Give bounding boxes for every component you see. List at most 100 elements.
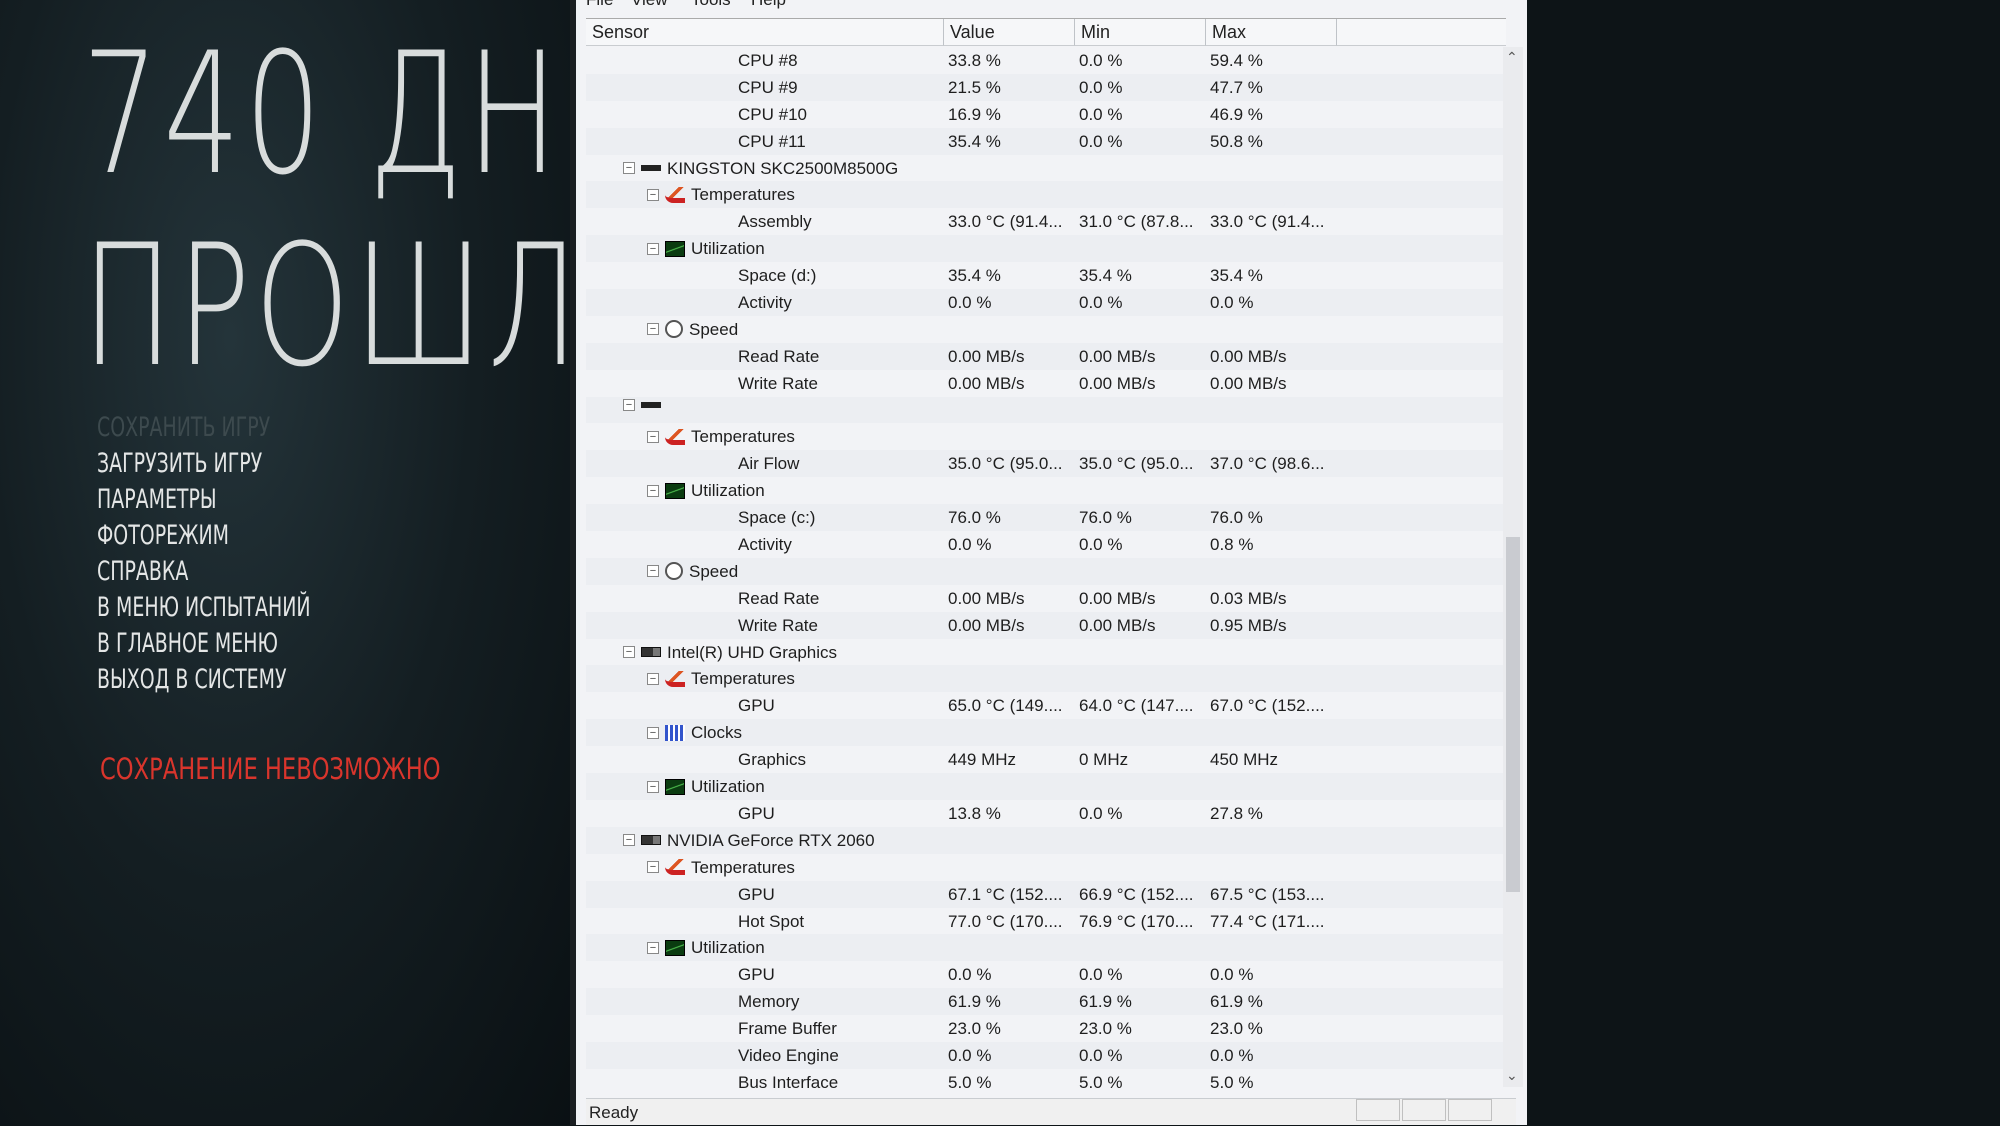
row-label-cell: − Temperatures bbox=[647, 854, 795, 881]
collapse-icon[interactable]: − bbox=[623, 834, 635, 847]
sensor-max: 77.4 °C (171.... bbox=[1210, 911, 1325, 931]
group-node[interactable]: − Temperatures bbox=[586, 854, 1506, 881]
group-node[interactable]: − Speed bbox=[586, 316, 1506, 343]
game-menu-item[interactable]: В ГЛАВНОЕ МЕНЮ bbox=[97, 626, 311, 662]
game-menu-item[interactable]: ФОТОРЕЖИМ bbox=[97, 518, 311, 554]
scroll-up-icon[interactable]: ⌃ bbox=[1506, 49, 1518, 66]
hardware-node[interactable]: − NVIDIA GeForce RTX 2060 bbox=[586, 826, 1506, 854]
column-max[interactable]: Max bbox=[1206, 19, 1337, 46]
sensor-row[interactable]: Video Engine 0.0 % 0.0 % 0.0 % bbox=[586, 1041, 1506, 1069]
sensor-name: Activity bbox=[738, 535, 792, 555]
group-node[interactable]: − Utilization bbox=[586, 773, 1506, 800]
game-menu-item[interactable]: ЗАГРУЗИТЬ ИГРУ bbox=[97, 446, 311, 482]
scroll-down-icon[interactable]: ⌄ bbox=[1506, 1067, 1518, 1084]
group-node[interactable]: − Temperatures bbox=[586, 423, 1506, 450]
collapse-icon[interactable]: − bbox=[647, 780, 659, 793]
game-menu-item[interactable]: В МЕНЮ ИСПЫТАНИЙ bbox=[97, 590, 311, 626]
group-node[interactable]: − Speed bbox=[586, 557, 1506, 585]
sensor-max: 23.0 % bbox=[1210, 1019, 1263, 1039]
collapse-icon[interactable]: − bbox=[647, 565, 659, 578]
game-menu-item[interactable]: ВЫХОД В СИСТЕМУ bbox=[97, 662, 311, 698]
sensor-value: 61.9 % bbox=[948, 992, 1001, 1012]
sensor-row[interactable]: Space (c:) 76.0 % 76.0 % 76.0 % bbox=[586, 504, 1506, 532]
hardware-node[interactable]: − KINGSTON SKC2500M8500G bbox=[586, 155, 1506, 182]
sensor-row[interactable]: Read Rate 0.00 MB/s 0.00 MB/s 0.00 MB/s bbox=[586, 342, 1506, 370]
sensor-max: 0.0 % bbox=[1210, 1045, 1254, 1065]
collapse-icon[interactable]: − bbox=[647, 323, 659, 336]
sensor-row[interactable]: CPU #8 33.8 % 0.0 % 59.4 % bbox=[586, 47, 1506, 74]
hardware-node[interactable]: − bbox=[586, 396, 1506, 424]
collapse-icon[interactable]: − bbox=[623, 398, 635, 411]
sensor-row[interactable]: GPU 65.0 °C (149.... 64.0 °C (147.... 67.0 … bbox=[586, 692, 1506, 719]
sensor-row[interactable]: Memory 61.9 % 61.9 % 61.9 % bbox=[586, 988, 1506, 1016]
sensor-min: 0.0 % bbox=[1079, 131, 1123, 151]
sensor-name: Utilization bbox=[691, 481, 765, 501]
row-label-cell: − Utilization bbox=[647, 773, 765, 800]
sensor-row[interactable]: Activity 0.0 % 0.0 % 0.8 % bbox=[586, 531, 1506, 558]
group-node[interactable]: − Temperatures bbox=[586, 665, 1506, 693]
row-label-cell: Write Rate bbox=[738, 370, 818, 397]
row-label-cell: − bbox=[623, 397, 667, 413]
collapse-icon[interactable]: − bbox=[647, 861, 659, 874]
collapse-icon[interactable]: − bbox=[647, 430, 659, 443]
group-node[interactable]: − Clocks bbox=[586, 719, 1506, 747]
row-label-cell: Activity bbox=[738, 531, 792, 558]
menu-view[interactable]: View bbox=[631, 0, 668, 10]
sensor-row[interactable]: Air Flow 35.0 °C (95.0... 35.0 °C (95.0...… bbox=[586, 450, 1506, 478]
sensor-row[interactable]: GPU 13.8 % 0.0 % 27.8 % bbox=[586, 800, 1506, 827]
collapse-icon[interactable]: − bbox=[623, 162, 635, 175]
column-min[interactable]: Min bbox=[1075, 19, 1206, 46]
sensor-row[interactable]: Assembly 33.0 °C (91.4... 31.0 °C (87.8...… bbox=[586, 208, 1506, 235]
sensor-name: CPU #10 bbox=[738, 104, 807, 124]
sensor-value: 0.00 MB/s bbox=[948, 615, 1025, 635]
sensor-row[interactable]: Read Rate 0.00 MB/s 0.00 MB/s 0.03 MB/s bbox=[586, 585, 1506, 612]
group-node[interactable]: − Utilization bbox=[586, 235, 1506, 263]
sensor-row[interactable]: Frame Buffer 23.0 % 23.0 % 23.0 % bbox=[586, 1015, 1506, 1042]
sensor-row[interactable]: Write Rate 0.00 MB/s 0.00 MB/s 0.00 MB/s bbox=[586, 370, 1506, 397]
speed-icon bbox=[665, 562, 683, 581]
sensor-row[interactable]: GPU 67.1 °C (152.... 66.9 °C (152.... 67.5 … bbox=[586, 880, 1506, 908]
sensor-name: KINGSTON SKC2500M8500G bbox=[667, 158, 899, 178]
collapse-icon[interactable]: − bbox=[647, 242, 659, 255]
game-menu-item[interactable]: ПАРАМЕТРЫ bbox=[97, 482, 311, 518]
collapse-icon[interactable]: − bbox=[623, 646, 635, 659]
sensor-row[interactable]: Hot Spot 77.0 °C (170.... 76.9 °C (170....… bbox=[586, 908, 1506, 935]
sensor-row[interactable]: CPU #9 21.5 % 0.0 % 47.7 % bbox=[586, 73, 1506, 101]
collapse-icon[interactable]: − bbox=[647, 484, 659, 497]
column-sensor[interactable]: Sensor bbox=[586, 19, 944, 46]
column-value[interactable]: Value bbox=[944, 19, 1075, 46]
sensor-row[interactable]: Space (d:) 35.4 % 35.4 % 35.4 % bbox=[586, 262, 1506, 289]
sensor-row[interactable]: CPU #11 35.4 % 0.0 % 50.8 % bbox=[586, 127, 1506, 155]
menu-tools[interactable]: Tools bbox=[691, 0, 731, 10]
group-node[interactable]: − Utilization bbox=[586, 477, 1506, 504]
row-label-cell: Air Flow bbox=[738, 450, 799, 477]
sensor-min: 0.0 % bbox=[1079, 77, 1123, 97]
group-node[interactable]: − Utilization bbox=[586, 934, 1506, 962]
sensor-max: 0.03 MB/s bbox=[1210, 588, 1287, 608]
sensor-row[interactable]: Graphics 449 MHz 0 MHz 450 MHz bbox=[586, 746, 1506, 773]
collapse-icon[interactable]: − bbox=[647, 672, 659, 685]
sensor-row[interactable]: GPU 0.0 % 0.0 % 0.0 % bbox=[586, 961, 1506, 988]
group-node[interactable]: − Temperatures bbox=[586, 181, 1506, 209]
sensor-row[interactable]: Activity 0.0 % 0.0 % 0.0 % bbox=[586, 289, 1506, 316]
collapse-icon[interactable]: − bbox=[647, 941, 659, 954]
scrollbar-thumb[interactable] bbox=[1506, 537, 1520, 892]
collapse-icon[interactable]: − bbox=[647, 188, 659, 201]
menu-file[interactable]: File bbox=[586, 0, 613, 10]
sensor-name: Temperatures bbox=[691, 185, 795, 205]
game-menu-item[interactable]: СОХРАНИТЬ ИГРУ bbox=[97, 410, 311, 446]
menu-help[interactable]: Help bbox=[751, 0, 786, 10]
sensor-row[interactable]: Write Rate 0.00 MB/s 0.00 MB/s 0.95 MB/s bbox=[586, 611, 1506, 639]
game-menu-item[interactable]: СПРАВКА bbox=[97, 554, 311, 590]
collapse-icon[interactable]: − bbox=[647, 726, 659, 739]
row-label-cell: CPU #9 bbox=[738, 74, 798, 101]
row-label-cell: − Speed bbox=[647, 316, 738, 343]
row-label-cell: − Intel(R) UHD Graphics bbox=[623, 639, 837, 666]
sensor-row[interactable]: Bus Interface 5.0 % 5.0 % 5.0 % bbox=[586, 1069, 1506, 1096]
sensor-name: Bus Interface bbox=[738, 1072, 839, 1092]
hardware-node[interactable]: − Intel(R) UHD Graphics bbox=[586, 639, 1506, 666]
vertical-scrollbar[interactable]: ⌃ ⌄ bbox=[1503, 47, 1523, 1087]
clock-icon bbox=[665, 724, 685, 741]
sensor-row[interactable]: CPU #10 16.9 % 0.0 % 46.9 % bbox=[586, 101, 1506, 128]
row-label-cell: − Temperatures bbox=[647, 181, 795, 208]
